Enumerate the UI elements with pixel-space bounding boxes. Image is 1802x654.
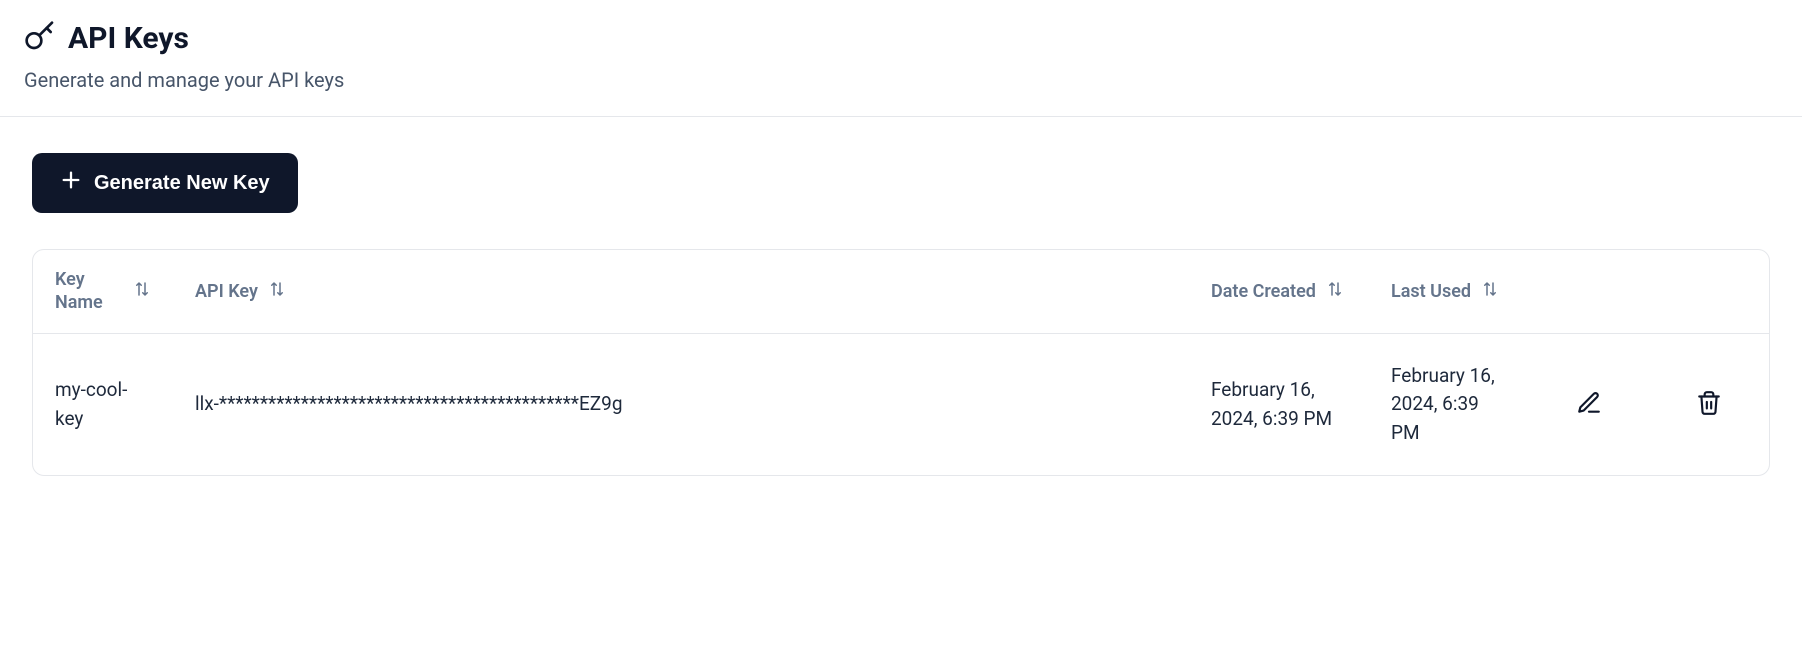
api-keys-table: Key Name API K — [32, 249, 1770, 476]
sort-icon — [1326, 280, 1344, 303]
key-icon — [24, 20, 56, 56]
page-header: API Keys Generate and manage your API ke… — [0, 0, 1802, 117]
page-subtitle: Generate and manage your API keys — [24, 68, 1778, 92]
sort-icon — [1481, 280, 1499, 303]
cell-last-used: February 16, 2024, 6:39 PM — [1369, 333, 1529, 475]
column-header-key-name[interactable]: Key Name — [33, 250, 173, 333]
column-header-date-created[interactable]: Date Created — [1189, 250, 1369, 333]
column-label: API Key — [195, 280, 258, 303]
table-row: my-cool-key llx-************************… — [33, 333, 1769, 475]
page-title: API Keys — [68, 21, 189, 56]
cell-date-created: February 16, 2024, 6:39 PM — [1189, 333, 1369, 475]
column-label: Key Name — [55, 268, 123, 315]
column-header-delete — [1649, 250, 1769, 333]
plus-icon — [60, 169, 82, 197]
generate-new-key-button[interactable]: Generate New Key — [32, 153, 298, 213]
column-label: Date Created — [1211, 280, 1316, 303]
trash-icon — [1696, 390, 1722, 419]
column-header-api-key[interactable]: API Key — [173, 250, 1189, 333]
delete-key-button[interactable] — [1690, 384, 1728, 425]
edit-key-button[interactable] — [1570, 384, 1608, 425]
cell-key-name: my-cool-key — [33, 333, 173, 475]
column-header-last-used[interactable]: Last Used — [1369, 250, 1529, 333]
sort-icon — [133, 280, 151, 303]
column-header-edit — [1529, 250, 1649, 333]
sort-icon — [268, 280, 286, 303]
column-label: Last Used — [1391, 280, 1471, 303]
edit-icon — [1576, 390, 1602, 419]
cell-api-key: llx-************************************… — [173, 333, 1189, 475]
generate-button-label: Generate New Key — [94, 172, 270, 195]
